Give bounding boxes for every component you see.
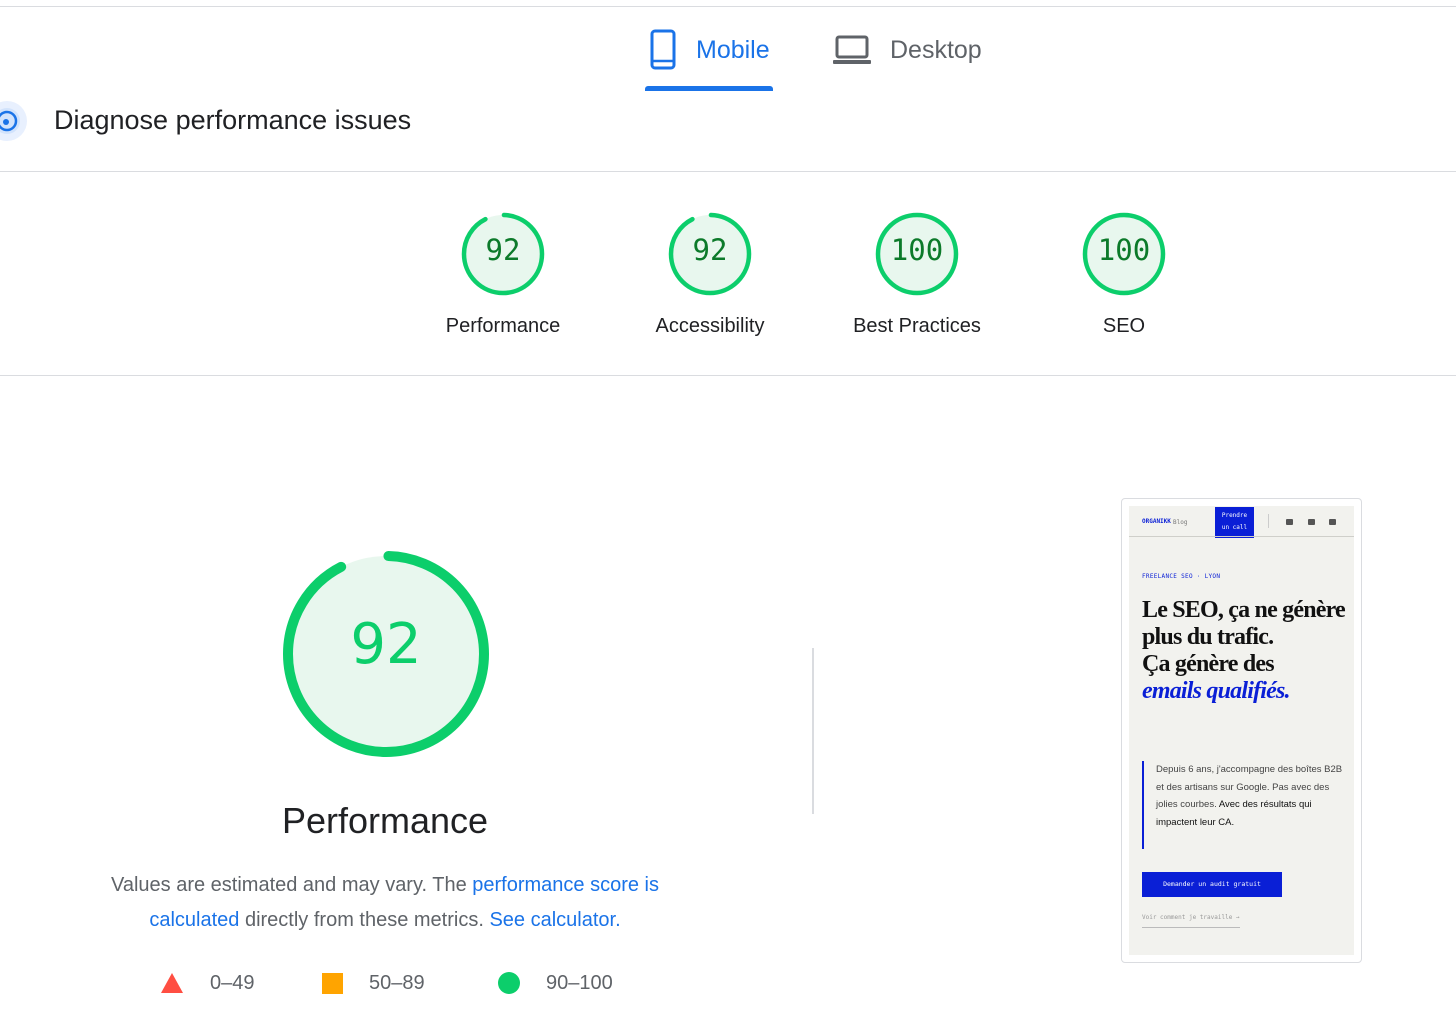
laptop-icon (833, 35, 871, 64)
see-calculator-link[interactable]: See calculator. (489, 909, 620, 931)
linkedin-icon (1308, 519, 1315, 525)
preview-audit-button: Demander un audit gratuit (1142, 872, 1282, 897)
preview-link: Voir comment je travaille → (1142, 914, 1240, 928)
gauge-score: 92 (692, 233, 728, 267)
triangle-icon (161, 973, 183, 993)
gauge-seo[interactable]: 100 SEO (1029, 211, 1219, 351)
preview-cta-line: Prendre (1221, 512, 1248, 519)
speedometer-icon (0, 101, 27, 141)
preview-headline: Le SEO, ça ne génère plus du trafic. Ça … (1142, 597, 1347, 705)
gauge-score: 100 (890, 233, 944, 267)
preview-divider (1268, 514, 1269, 528)
gauge-accessibility[interactable]: 92 Accessibility (615, 211, 805, 351)
legend-fail: 0–49 (160, 968, 255, 998)
gauge-best-practices[interactable]: 100 Best Practices (822, 211, 1012, 351)
gauge-label: Performance (445, 315, 561, 337)
preview-body: Depuis 6 ans, j'accompagne des boîtes B2… (1156, 761, 1346, 831)
page-screenshot-preview[interactable]: ORGANIKK Blog Prendre un call FREELANCE … (1121, 498, 1362, 963)
performance-description: Values are estimated and may vary. The p… (70, 868, 700, 938)
diagnose-title: Diagnose performance issues (54, 105, 412, 135)
performance-score: 92 (350, 612, 422, 677)
youtube-icon (1286, 519, 1293, 525)
bookmark-icon (1329, 519, 1336, 525)
gauge-performance[interactable]: 92 Performance (408, 211, 598, 351)
legend-range: 0–49 (210, 971, 255, 994)
preview-kicker: FREELANCE SEO · LYON (1142, 573, 1221, 580)
tab-desktop-label: Desktop (890, 36, 982, 64)
active-tab-indicator (645, 86, 773, 91)
gauge-label: Best Practices (853, 315, 981, 337)
gauge-label: SEO (1102, 315, 1146, 337)
divider (0, 375, 1456, 376)
square-icon (322, 972, 343, 994)
preview-headline-emphasis: emails qualifiés. (1142, 678, 1291, 704)
preview-quote-bar (1142, 761, 1144, 849)
legend-range: 50–89 (369, 971, 425, 994)
description-text: Values are estimated and may vary. The (110, 874, 473, 896)
legend-range: 90–100 (546, 971, 613, 994)
gauge-label: Accessibility (655, 315, 765, 337)
tab-mobile-label: Mobile (696, 36, 770, 64)
tab-desktop[interactable]: Desktop (832, 28, 982, 88)
screenshot-content: ORGANIKK Blog Prendre un call FREELANCE … (1129, 506, 1354, 955)
legend-pass: 90–100 (498, 968, 613, 998)
gauge-score: 92 (485, 233, 521, 267)
circle-icon (498, 972, 520, 994)
preview-blog-link: Blog (1173, 519, 1188, 526)
divider (0, 171, 1456, 172)
preview-header-rule (1129, 536, 1354, 537)
legend-average: 50–89 (322, 968, 425, 998)
tab-mobile[interactable]: Mobile (648, 28, 770, 88)
preview-cta-line: un call (1221, 524, 1248, 531)
description-text: directly from these metrics. (239, 909, 490, 931)
preview-headline-line: Ça génère des (1142, 651, 1275, 677)
top-border (0, 6, 1456, 7)
gauge-score: 100 (1097, 233, 1151, 267)
performance-title: Performance (281, 800, 489, 841)
smartphone-icon (650, 29, 676, 70)
preview-cta-button: Prendre un call (1215, 507, 1254, 538)
preview-headline-line: Le SEO, ça ne génère plus du trafic. (1142, 597, 1346, 650)
vertical-divider (812, 648, 814, 814)
preview-brand: ORGANIKK (1142, 518, 1171, 525)
